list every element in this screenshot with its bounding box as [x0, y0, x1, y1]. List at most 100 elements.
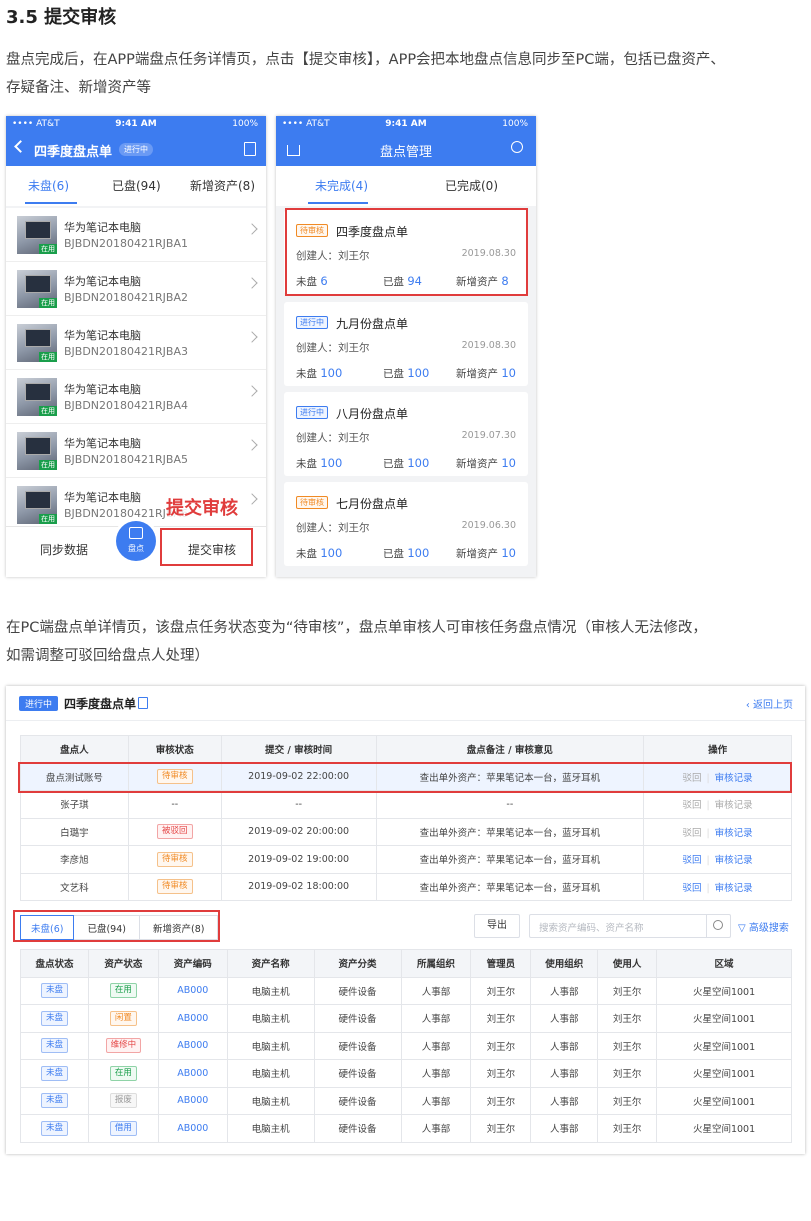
asset-code-link[interactable]: AB000 [157, 1004, 228, 1033]
in-use-tag: 在用 [39, 406, 57, 416]
doc-icon[interactable] [138, 697, 148, 709]
col-header: 操作 [643, 735, 792, 764]
search-button[interactable] [706, 915, 730, 937]
inventory-card[interactable]: 待审核 七月份盘点单 创建人：刘王尔 2019.06.30 未盘 100 已盘 … [284, 482, 528, 566]
section-title: 3.5 提交审核 [6, 7, 117, 28]
count-status-badge: 未盘 [40, 1010, 68, 1026]
col-header: 使用人 [597, 949, 658, 978]
callout-label: 提交审核 [166, 494, 238, 520]
sync-data-button[interactable]: 同步数据 [40, 541, 88, 558]
edit-doc-icon[interactable] [244, 142, 256, 156]
chevron-right-icon [246, 331, 258, 343]
tab-uncounted[interactable]: 未盘(6) [28, 177, 69, 194]
highlight-row-box [18, 762, 792, 793]
list-item[interactable]: 在用 华为笔记本电脑 BJBDN20180421RJBA1 [6, 208, 266, 262]
paragraph-1: 盘点完成后，在APP端盘点任务详情页，点击【提交审核】，APP会把本地盘点信息同… [6, 46, 806, 102]
stat-uncounted: 未盘 100 [296, 366, 343, 380]
asset-list: 在用 华为笔记本电脑 BJBDN20180421RJBA1 在用 华为笔记本电脑… [6, 208, 266, 526]
status-badge: 待审核 [296, 496, 328, 509]
asset-code-link[interactable]: AB000 [157, 1086, 228, 1115]
tab-bar: 未完成(4) 已完成(0) [276, 166, 536, 206]
asset-code-link[interactable]: AB000 [157, 1059, 228, 1088]
nav-title: 四季度盘点单 [34, 145, 113, 160]
reject-button[interactable]: 驳回 [682, 828, 701, 839]
review-record-link[interactable]: 审核记录 [715, 855, 753, 866]
col-header: 资产状态 [87, 949, 159, 978]
col-header: 提交 / 审核时间 [220, 735, 377, 764]
review-record-link[interactable]: 审核记录 [715, 883, 753, 894]
clock: 9:41 AM [385, 119, 427, 129]
paragraph-2-line-1: 在PC端盘点单详情页，该盘点任务状态变为“待审核”，盘点单审核人可审核任务盘点情… [6, 620, 707, 636]
table-header-row: 盘点人 审核状态 提交 / 审核时间 盘点备注 / 审核意见 操作 [20, 735, 792, 764]
in-use-tag: 在用 [39, 514, 57, 524]
stat-counted: 已盘 100 [383, 456, 430, 470]
asset-code-link[interactable]: AB000 [157, 976, 228, 1005]
tab-bar: 未盘(6) 已盘(94) 新增资产(8) [6, 166, 266, 206]
asset-name: 华为笔记本电脑 [64, 491, 141, 504]
inventory-card[interactable]: 进行中 八月份盘点单 创建人：刘王尔 2019.07.30 未盘 100 已盘 … [284, 392, 528, 476]
asset-code: BJBDN20180421RJBA2 [64, 291, 188, 304]
pc-inventory-detail: 进行中 四季度盘点单 ‹ 返回上页 盘点人 审核状态 提交 / 审核时间 盘点备… [6, 686, 805, 1154]
in-use-tag: 在用 [39, 244, 57, 254]
active-tab-underline [308, 202, 368, 204]
review-record-link[interactable]: 审核记录 [715, 800, 753, 811]
table-row: 文艺科 待审核 2019-09-02 18:00:00 查出单外资产：苹果笔记本… [20, 872, 792, 901]
card-creator: 创建人：刘王尔 [296, 522, 370, 534]
list-item[interactable]: 在用 华为笔记本电脑 BJBDN20180421RJBA2 [6, 262, 266, 316]
status-badge: 进行中 [19, 696, 59, 711]
count-status-badge: 未盘 [40, 1093, 68, 1109]
table-row: 未盘 报废 AB000 电脑主机 硬件设备 人事部 刘王尔 人事部 刘王尔 火星空间1001 [20, 1086, 792, 1115]
search-icon[interactable] [511, 141, 523, 153]
chevron-right-icon [246, 439, 258, 451]
tab-counted[interactable]: 已盘(94) [112, 177, 161, 194]
reject-button[interactable]: 驳回 [682, 855, 701, 866]
back-link[interactable]: ‹ 返回上页 [746, 696, 793, 711]
search-icon [713, 920, 723, 930]
status-badge: 进行中 [296, 316, 328, 329]
card-date: 2019.07.30 [461, 430, 516, 441]
highlight-submit-box [160, 528, 253, 566]
highlight-tabs-box [13, 910, 220, 942]
list-item[interactable]: 在用 华为笔记本电脑 BJBDN20180421RJBA5 [6, 424, 266, 478]
asset-code-link[interactable]: AB000 [157, 1114, 228, 1143]
battery: 100% [232, 119, 258, 129]
chevron-right-icon [246, 385, 258, 397]
laptop-thumbnail: 在用 [17, 216, 57, 254]
asset-status-badge: 维修中 [105, 1038, 142, 1054]
table-row: 未盘 闲置 AB000 电脑主机 硬件设备 人事部 刘王尔 人事部 刘王尔 火星空间1001 [20, 1004, 792, 1033]
tab-incomplete[interactable]: 未完成(4) [315, 177, 368, 194]
advanced-search-link[interactable]: ▽ 高级搜索 [738, 919, 789, 934]
export-button[interactable]: 导出 [474, 914, 520, 938]
asset-name: 华为笔记本电脑 [64, 221, 141, 234]
reject-button[interactable]: 驳回 [682, 800, 701, 811]
back-icon[interactable] [14, 140, 27, 153]
review-record-link[interactable]: 审核记录 [715, 828, 753, 839]
stat-counted: 已盘 100 [383, 366, 430, 380]
status-badge: 待审核 [157, 851, 193, 867]
asset-status-badge: 在用 [109, 1065, 137, 1081]
asset-status-badge: 闲置 [109, 1010, 137, 1026]
divider [6, 720, 805, 721]
col-header: 资产名称 [226, 949, 315, 978]
phone-inventory-management: •••• AT&T 9:41 AM 100% 盘点管理 未完成(4) 已完成(0… [276, 116, 536, 577]
col-header: 审核状态 [127, 735, 222, 764]
scan-inventory-button[interactable]: 盘点 [116, 521, 156, 561]
asset-name: 华为笔记本电脑 [64, 329, 141, 342]
tab-completed[interactable]: 已完成(0) [445, 177, 498, 194]
tab-new-assets[interactable]: 新增资产(8) [190, 177, 255, 194]
paragraph-1-line-1: 盘点完成后，在APP端盘点任务详情页，点击【提交审核】，APP会把本地盘点信息同… [6, 52, 725, 68]
card-date: 2019.06.30 [461, 520, 516, 531]
filter-icon: ▽ [738, 923, 749, 934]
inventory-card[interactable]: 进行中 九月份盘点单 创建人：刘王尔 2019.08.30 未盘 100 已盘 … [284, 302, 528, 386]
reject-button[interactable]: 驳回 [682, 883, 701, 894]
asset-code-link[interactable]: AB000 [157, 1031, 228, 1060]
card-creator: 创建人：刘王尔 [296, 432, 370, 444]
list-item[interactable]: 在用 华为笔记本电脑 BJBDN20180421RJBA3 [6, 316, 266, 370]
asset-name: 华为笔记本电脑 [64, 437, 141, 450]
card-title: 八月份盘点单 [336, 407, 409, 421]
in-use-tag: 在用 [39, 460, 57, 470]
search-input[interactable]: 搜索资产编码、资产名称 [529, 914, 731, 938]
list-item[interactable]: 在用 华为笔记本电脑 BJBDN20180421RJBA4 [6, 370, 266, 424]
battery: 100% [502, 119, 528, 129]
phone-task-detail: •••• AT&T 9:41 AM 100% 四季度盘点单 进行中 未盘(6) … [6, 116, 266, 577]
